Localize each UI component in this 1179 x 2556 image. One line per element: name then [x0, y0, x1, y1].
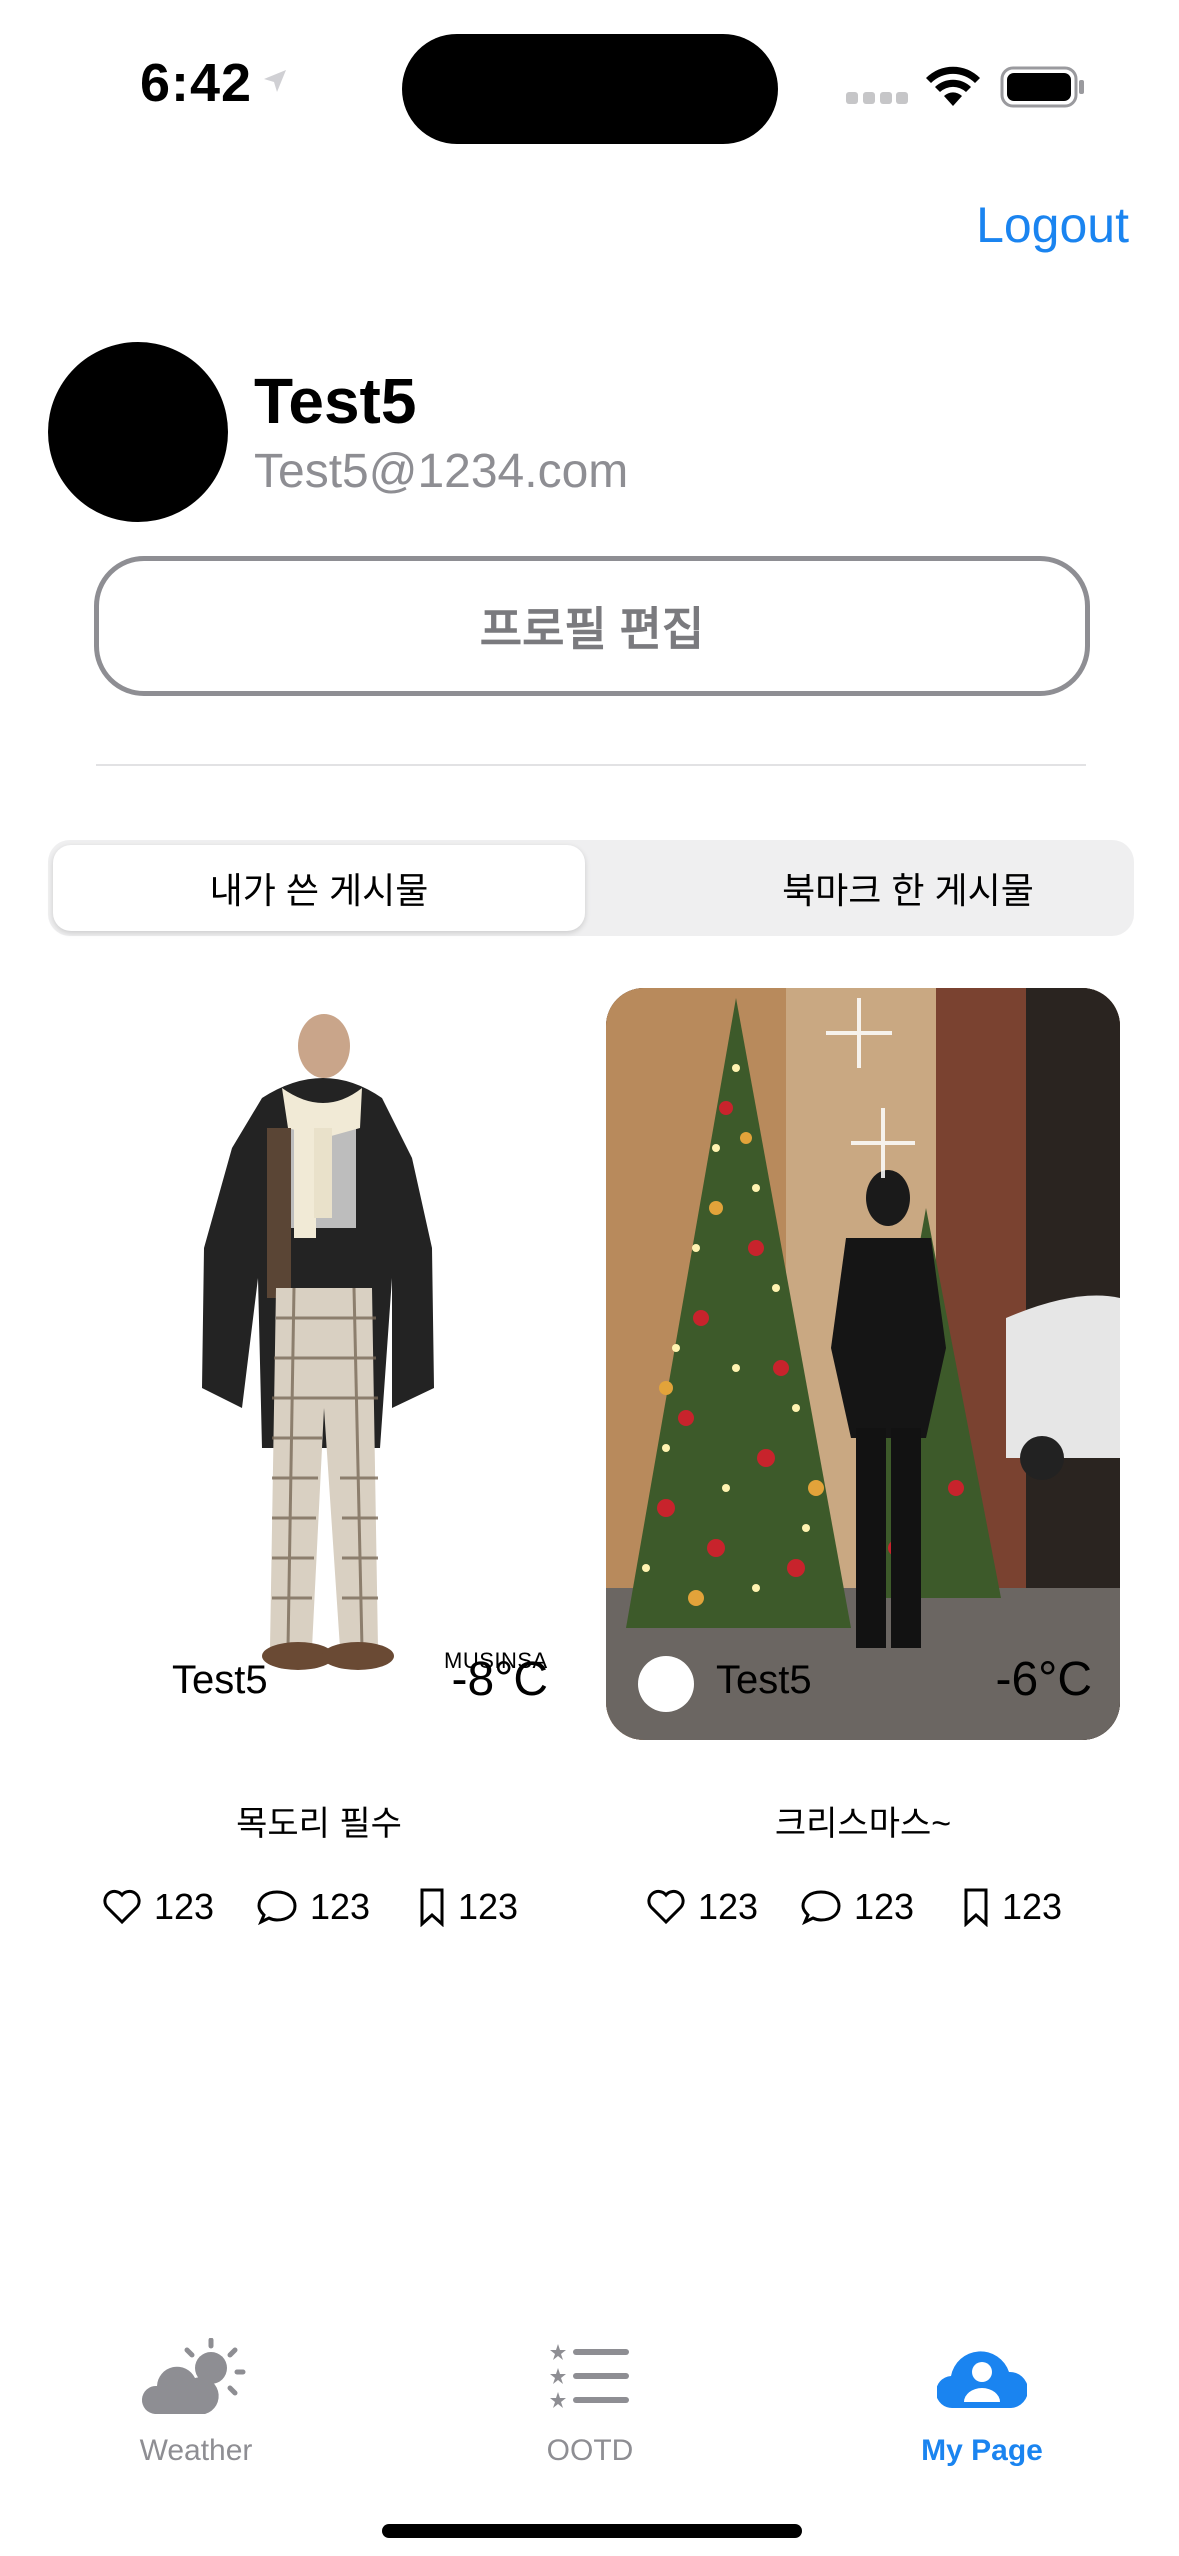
post-photo-christmas-tree [606, 988, 1120, 1740]
post-image[interactable]: Test5 -6°C [606, 988, 1120, 1740]
bookmark-count: 123 [1002, 1886, 1063, 1927]
tab-bar: Weather OOTD My Page [0, 2300, 1179, 2556]
user-name: Test5 [254, 365, 417, 437]
post-card[interactable]: Test5 MUSINSA -8°C 목도리 필수 123 123 123 [62, 988, 576, 1927]
comment-button[interactable]: 123 [800, 1882, 914, 1932]
divider [96, 764, 1086, 766]
tab-weather-label: Weather [139, 2434, 253, 2467]
bookmark-icon [964, 1888, 988, 1927]
tab-my-page-label: My Page [921, 2434, 1043, 2467]
cloud-sun-icon [141, 2338, 246, 2414]
post-card[interactable]: Test5 -6°C 크리스마스~ 123 123 123 [606, 988, 1120, 1927]
comment-button[interactable]: 123 [256, 1882, 370, 1932]
like-button[interactable]: 123 [646, 1882, 758, 1932]
post-photo-person-coat [202, 1014, 434, 1670]
heart-icon [647, 1889, 685, 1925]
post-image[interactable]: Test5 MUSINSA -8°C [62, 988, 576, 1740]
bookmark-button[interactable]: 123 [962, 1882, 1062, 1932]
tab-ootd-label: OOTD [546, 2434, 634, 2467]
bookmark-button[interactable]: 123 [418, 1882, 518, 1932]
like-button[interactable]: 123 [102, 1882, 214, 1932]
status-bar: 6:42 [0, 0, 1179, 170]
post-author: Test5 [716, 1658, 812, 1702]
segment-my-posts[interactable]: 내가 쓴 게시물 [53, 845, 585, 931]
status-time: 6:42 [140, 53, 253, 113]
segmented-control: 내가 쓴 게시물 북마크 한 게시물 [48, 840, 1134, 936]
post-stats: 123 123 123 [102, 1882, 542, 1932]
avatar[interactable] [48, 342, 228, 522]
location-arrow-icon [264, 70, 286, 92]
like-count: 123 [698, 1886, 759, 1927]
person-cloud-icon [937, 2351, 1027, 2409]
post-title: 크리스마스~ [774, 1805, 952, 1843]
comment-count: 123 [310, 1886, 371, 1927]
comment-icon [257, 1890, 297, 1926]
home-indicator [382, 2524, 802, 2538]
comment-icon [801, 1890, 841, 1926]
logout-button[interactable]: Logout [976, 196, 1129, 254]
author-avatar[interactable] [638, 1656, 694, 1712]
like-count: 123 [154, 1886, 215, 1927]
segment-bookmarked-posts[interactable]: 북마크 한 게시물 [638, 845, 1178, 931]
user-email: Test5@1234.com [254, 445, 629, 498]
dynamic-island [402, 34, 778, 144]
bookmark-count: 123 [458, 1886, 519, 1927]
list-star-icon [550, 2344, 629, 2408]
post-author: Test5 [172, 1658, 268, 1702]
bookmark-icon [420, 1888, 444, 1927]
edit-profile-button[interactable]: 프로필 편집 [94, 556, 1090, 696]
post-stats: 123 123 123 [646, 1882, 1086, 1932]
wifi-icon [926, 66, 980, 106]
heart-icon [103, 1889, 141, 1925]
post-temperature: -6°C [995, 1653, 1092, 1706]
cellular-signal-icon [846, 92, 908, 104]
battery-icon [1000, 66, 1084, 108]
comment-count: 123 [854, 1886, 915, 1927]
post-title: 목도리 필수 [236, 1805, 402, 1843]
post-temperature: -8°C [451, 1653, 548, 1706]
